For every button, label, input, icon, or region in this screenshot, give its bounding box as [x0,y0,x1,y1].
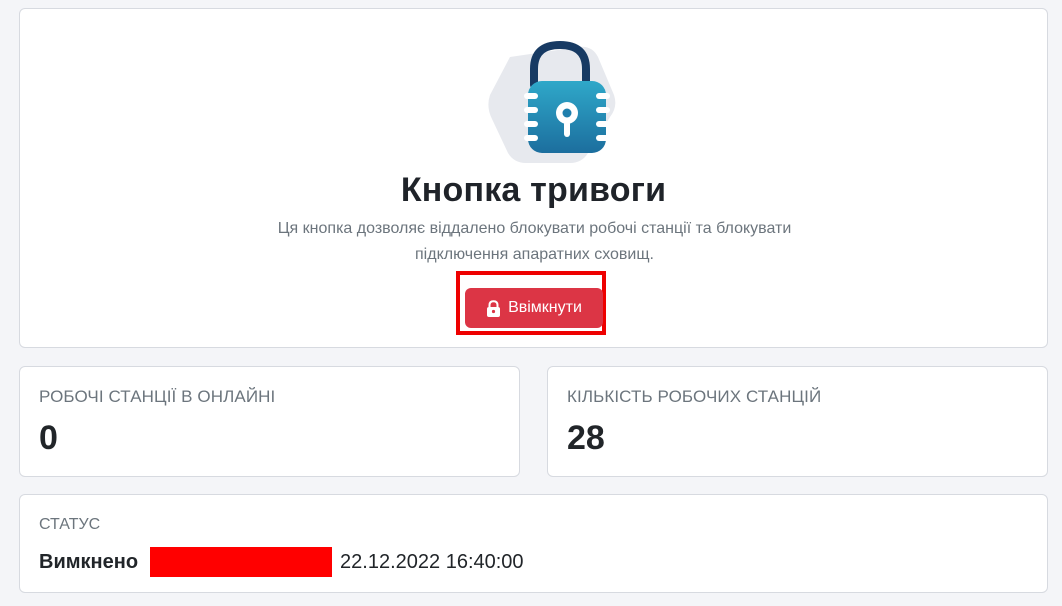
status-line: Вимкнено 22.12.2022 16:40:00 [39,547,524,577]
status-card: Статус Вимкнено 22.12.2022 16:40:00 [19,494,1048,593]
enable-panic-button[interactable]: Ввімкнути [465,288,603,328]
status-state: Вимкнено [39,550,139,573]
total-workstations-label: Кількість робочих станцій [567,387,822,406]
online-workstations-label: Робочі станції в онлайні [39,387,276,406]
padlock-icon [488,40,616,163]
panic-description: Ця кнопка дозволяє віддалено блокувати р… [277,220,792,263]
enable-button-label: Ввімкнути [508,299,582,316]
status-label: Статус [39,516,101,533]
total-workstations-value: 28 [567,419,605,457]
lock-icon [487,299,501,317]
status-timestamp: 22.12.2022 16:40:00 [340,550,524,573]
redacted-user [150,547,333,577]
panic-button-card: Кнопка тривоги Ця кнопка дозволяє віддал… [19,8,1048,348]
total-workstations-card: Кількість робочих станцій 28 [547,366,1048,477]
online-workstations-card: Робочі станції в онлайні 0 [19,366,520,477]
online-workstations-value: 0 [39,419,58,457]
page-title: Кнопка тривоги [400,171,667,209]
